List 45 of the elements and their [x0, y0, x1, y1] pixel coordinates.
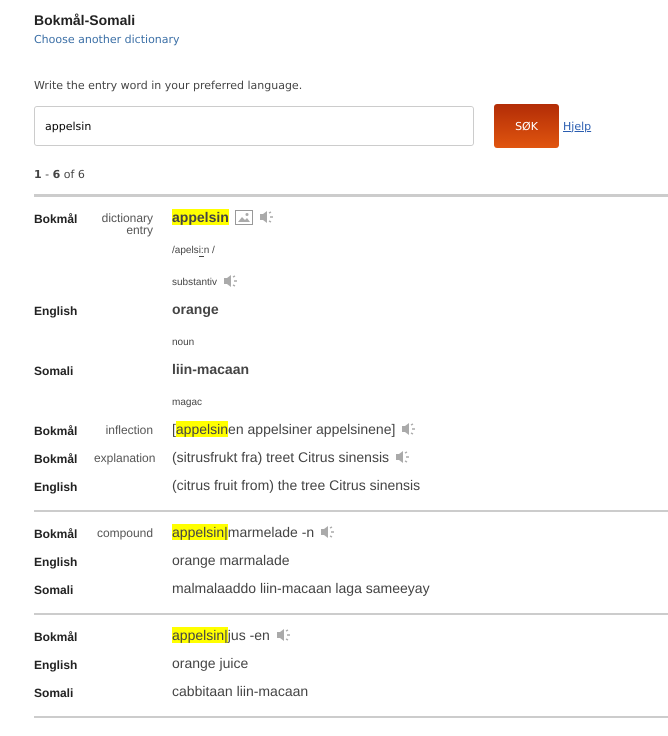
speaker-icon[interactable] [395, 450, 412, 464]
language-label: Bokmål [34, 527, 78, 541]
speaker-icon[interactable] [320, 525, 336, 539]
entry-type-label: compound [96, 526, 153, 540]
entry-text: orange [172, 301, 219, 317]
entry-type-label: explanation [94, 451, 156, 465]
entry-text: [appelsinen appelsiner appelsinene] [172, 421, 396, 437]
entry-type-label: dictionary entry [102, 211, 153, 237]
language-label: Bokmål [34, 630, 78, 644]
language-label: English [34, 555, 78, 569]
entry-text: cabbitaan liin-macaan [172, 683, 308, 699]
result-count: 1 - 6 of 6 [34, 168, 86, 181]
entry-text: liin-macaan [172, 361, 250, 377]
language-label: Somali [34, 686, 74, 700]
choose-dictionary-link[interactable]: Choose another dictionary [34, 33, 180, 46]
search-button[interactable]: SØK [494, 104, 559, 148]
speaker-icon[interactable] [258, 210, 275, 224]
search-field[interactable]: appelsin [34, 106, 474, 146]
language-label: Somali [34, 364, 74, 378]
entry-text: appelsin [172, 209, 229, 225]
entry-text: orange marmalade [172, 552, 290, 568]
language-label: Bokmål [34, 212, 78, 226]
language-label: English [34, 658, 78, 672]
language-label: English [34, 304, 78, 318]
entry-type-label: inflection [106, 423, 153, 437]
language-label: Bokmål [34, 424, 78, 438]
entry-text: appelsin|marmelade -n [172, 524, 314, 540]
entry-text: malmalaaddo liin-macaan laga sameeyay [172, 580, 430, 596]
help-link[interactable]: Hjelp [563, 120, 592, 132]
entry-text: /apelsi:n / [172, 244, 215, 256]
language-label: Bokmål [34, 452, 78, 466]
instruction-text: Write the entry word in your preferred language. [34, 79, 304, 92]
entry-text: (sitrusfrukt fra) treet Citrus sinensis [172, 449, 390, 465]
entry-text: (citrus fruit from) the tree Citrus sinensis [172, 477, 420, 493]
speaker-icon[interactable] [276, 628, 292, 642]
dictionary-title: Bokmål-Somali [34, 12, 136, 28]
entry-text: orange juice [172, 655, 248, 671]
entry-text: substantiv [172, 276, 218, 288]
speaker-icon[interactable] [401, 422, 418, 436]
entry-text: noun [172, 336, 194, 348]
entry-text: magac [172, 396, 202, 408]
language-label: Somali [34, 583, 74, 597]
language-label: English [34, 480, 78, 494]
image-icon[interactable] [234, 210, 253, 224]
speaker-icon[interactable] [223, 274, 240, 288]
